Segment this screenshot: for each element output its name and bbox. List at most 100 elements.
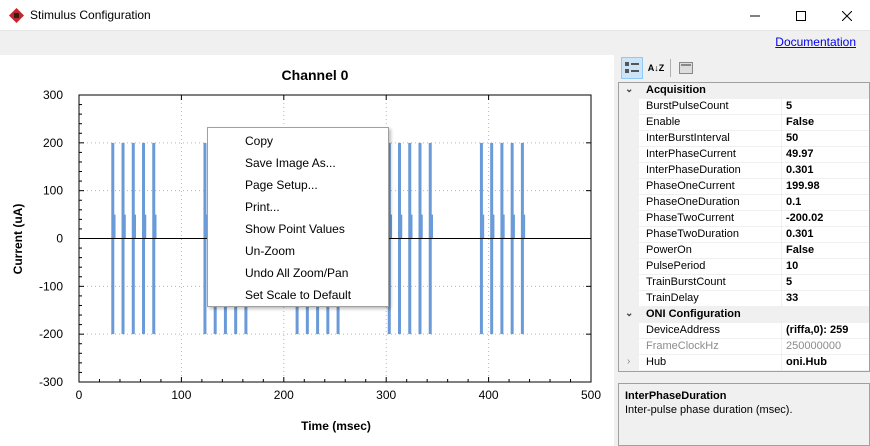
column-divider[interactable]	[781, 195, 782, 211]
column-divider[interactable]	[781, 99, 782, 115]
column-divider[interactable]	[781, 243, 782, 259]
chart-panel[interactable]: Channel 0 Time (msec) Current (uA) 0 100 2…	[0, 55, 614, 446]
category-oni-configuration[interactable]: ⌄ ONI Configuration	[619, 307, 869, 323]
row-gutter	[619, 147, 639, 163]
column-divider[interactable]	[781, 131, 782, 147]
property-row-phaseoneduration[interactable]: PhaseOneDuration 0.1	[619, 195, 869, 211]
property-value[interactable]: False	[786, 116, 814, 128]
property-value[interactable]: 199.98	[786, 180, 820, 192]
x-tick-label: 500	[581, 388, 601, 402]
y-tick-label: 200	[43, 136, 63, 150]
help-panel: InterPhaseDuration Inter-pulse phase dur…	[618, 383, 870, 446]
property-row-enable[interactable]: Enable False	[619, 115, 869, 131]
column-divider[interactable]	[781, 163, 782, 179]
property-value[interactable]: 50	[786, 132, 798, 144]
chevron-down-icon[interactable]: ⌄	[625, 84, 633, 95]
property-value[interactable]: 0.301	[786, 164, 814, 176]
column-divider[interactable]	[781, 211, 782, 227]
property-row-traindelay[interactable]: TrainDelay 33	[619, 291, 869, 307]
property-row-poweron[interactable]: PowerOn False	[619, 243, 869, 259]
property-value[interactable]: (riffa,0): 259	[786, 324, 848, 336]
property-value[interactable]: oni.Hub	[786, 356, 827, 368]
property-name: PowerOn	[646, 244, 692, 256]
menu-item-page-setup[interactable]: Page Setup...	[245, 178, 318, 192]
chevron-right-icon[interactable]: ›	[627, 356, 630, 367]
property-value[interactable]: 0.1	[786, 196, 801, 208]
context-menu: Copy Save Image As... Page Setup... Prin…	[207, 127, 389, 307]
property-row-frameclockhz[interactable]: FrameClockHz 250000000	[619, 339, 869, 355]
column-divider[interactable]	[781, 179, 782, 195]
property-row-hub[interactable]: › Hub oni.Hub	[619, 355, 869, 371]
menu-item-copy[interactable]: Copy	[245, 134, 273, 148]
menu-item-save-image[interactable]: Save Image As...	[245, 156, 336, 170]
property-row-interburstinterval[interactable]: InterBurstInterval 50	[619, 131, 869, 147]
property-value[interactable]: 250000000	[786, 340, 841, 352]
help-title: InterPhaseDuration	[625, 390, 727, 402]
y-tick-label: -200	[39, 327, 63, 341]
title-bar: Stimulus Configuration	[0, 0, 870, 31]
category-title: Acquisition	[646, 84, 706, 96]
y-tick-label: -300	[39, 375, 63, 389]
column-divider[interactable]	[781, 147, 782, 163]
close-button[interactable]	[824, 0, 870, 31]
menu-item-show-point-values[interactable]: Show Point Values	[245, 222, 345, 236]
property-row-interphaseduration[interactable]: InterPhaseDuration 0.301	[619, 163, 869, 179]
toolbar-separator	[670, 59, 671, 77]
property-value[interactable]: 5	[786, 276, 792, 288]
x-tick-label: 200	[274, 388, 294, 402]
row-gutter	[619, 323, 639, 339]
column-divider[interactable]	[781, 275, 782, 291]
window-title: Stimulus Configuration	[30, 8, 151, 22]
property-row-pulseperiod[interactable]: PulsePeriod 10	[619, 259, 869, 275]
column-divider[interactable]	[781, 227, 782, 243]
property-value[interactable]: -200.02	[786, 212, 823, 224]
row-gutter	[619, 131, 639, 147]
app-icon	[9, 8, 24, 23]
column-divider[interactable]	[781, 291, 782, 307]
categorized-icon	[625, 62, 639, 73]
y-tick-label: -100	[39, 279, 63, 293]
column-divider[interactable]	[781, 339, 782, 355]
row-gutter	[619, 339, 639, 355]
chevron-down-icon[interactable]: ⌄	[625, 308, 633, 319]
menu-item-print[interactable]: Print...	[245, 200, 280, 214]
alphabetical-button[interactable]: A↓Z	[645, 57, 667, 79]
property-name: InterBurstInterval	[646, 132, 730, 144]
column-divider[interactable]	[781, 115, 782, 131]
alphabetical-icon: A↓Z	[647, 63, 665, 73]
property-row-burstpulsecount[interactable]: BurstPulseCount 5	[619, 99, 869, 115]
property-row-phasetwoduration[interactable]: PhaseTwoDuration 0.301	[619, 227, 869, 243]
property-grid[interactable]: ⌄ Acquisition BurstPulseCount 5 Enable Fals…	[618, 82, 870, 372]
property-row-phasetwocurrent[interactable]: PhaseTwoCurrent -200.02	[619, 211, 869, 227]
property-value[interactable]: False	[786, 244, 814, 256]
property-row-phaseonecurrent[interactable]: PhaseOneCurrent 199.98	[619, 179, 869, 195]
property-value[interactable]: 5	[786, 100, 792, 112]
chart-title: Channel 0	[282, 67, 349, 83]
column-divider[interactable]	[781, 259, 782, 275]
maximize-button[interactable]	[778, 0, 824, 31]
minimize-icon	[750, 15, 760, 16]
property-value[interactable]: 49.97	[786, 148, 814, 160]
property-value[interactable]: 10	[786, 260, 798, 272]
property-row-interphasecurrent[interactable]: InterPhaseCurrent 49.97	[619, 147, 869, 163]
column-divider[interactable]	[781, 355, 782, 371]
property-value[interactable]: 33	[786, 292, 798, 304]
property-name: InterPhaseDuration	[646, 164, 778, 176]
x-tick-label: 300	[376, 388, 396, 402]
menu-item-undo-zoom-pan[interactable]: Undo All Zoom/Pan	[245, 266, 348, 280]
categorized-button[interactable]	[621, 57, 643, 79]
property-pages-button[interactable]	[675, 57, 697, 79]
menu-item-un-zoom[interactable]: Un-Zoom	[245, 244, 295, 258]
property-name: FrameClockHz	[646, 340, 719, 352]
category-acquisition[interactable]: ⌄ Acquisition	[619, 83, 869, 99]
menu-item-set-scale-default[interactable]: Set Scale to Default	[245, 288, 351, 302]
column-divider[interactable]	[781, 323, 782, 339]
documentation-link[interactable]: Documentation	[775, 35, 856, 49]
property-name: PulsePeriod	[646, 260, 706, 272]
property-row-deviceaddress[interactable]: DeviceAddress (riffa,0): 259	[619, 323, 869, 339]
property-value[interactable]: 0.301	[786, 228, 814, 240]
x-axis-label: Time (msec)	[301, 419, 371, 433]
property-row-trainburstcount[interactable]: TrainBurstCount 5	[619, 275, 869, 291]
row-gutter	[619, 259, 639, 275]
minimize-button[interactable]	[732, 0, 778, 31]
